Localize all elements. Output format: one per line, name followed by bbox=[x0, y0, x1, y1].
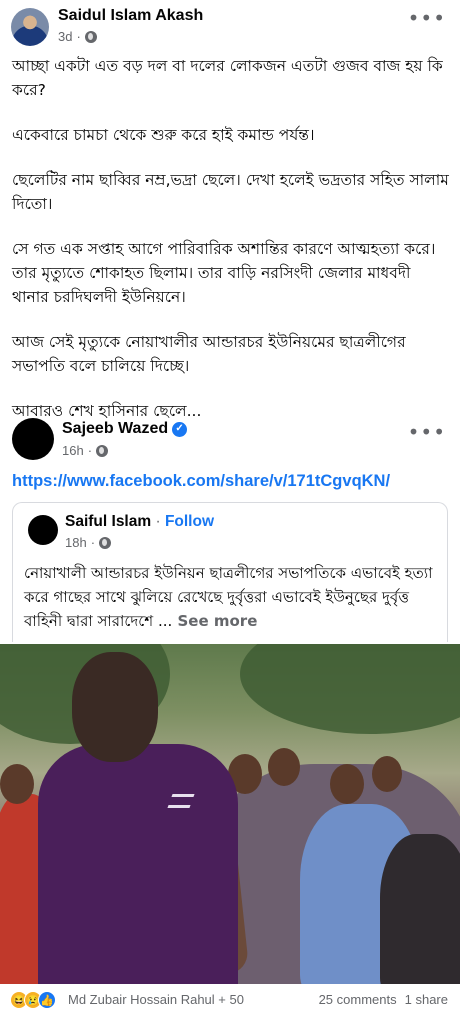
separator-dot: · bbox=[151, 513, 165, 530]
more-options-button[interactable]: ••• bbox=[408, 6, 446, 30]
embedded-post-text: নোয়াখালী আন্ডারচর ইউনিয়ন ছাত্রলীগের সভ… bbox=[24, 561, 444, 633]
video-scene-head bbox=[330, 764, 364, 804]
post-time[interactable]: 3d bbox=[58, 29, 72, 44]
video-scene-head bbox=[268, 748, 300, 786]
post-paragraph: আচ্ছা একটা এত বড় দল বা দলের লোকজন এতটা … bbox=[12, 57, 443, 99]
video-scene-crowd bbox=[380, 834, 460, 984]
globe-icon bbox=[84, 30, 97, 43]
post-paragraph: ছেলেটির নাম ছাব্বির নম্র,ভদ্রা ছেলে। দেখ… bbox=[12, 171, 449, 213]
like-icon: 👍 bbox=[38, 991, 56, 1009]
embedded-post-time[interactable]: 18h bbox=[65, 535, 87, 550]
embedded-author-avatar[interactable] bbox=[28, 515, 58, 545]
post-paragraph: আজ সেই মৃত্যুকে নোয়াখালীর আন্ডারচর ইউনি… bbox=[12, 333, 406, 375]
shares-count[interactable]: 1 share bbox=[405, 992, 448, 1007]
shared-author-avatar[interactable] bbox=[12, 418, 54, 460]
embedded-post-meta: 18h · bbox=[65, 535, 112, 550]
share-link[interactable]: https://www.facebook.com/share/v/171tCgv… bbox=[12, 472, 390, 491]
video-scene-head bbox=[0, 764, 34, 804]
follow-button[interactable]: Follow bbox=[165, 513, 214, 530]
video-thumbnail[interactable] bbox=[0, 644, 460, 984]
embedded-post-card[interactable]: Saiful Islam · Follow 18h · নোয়াখালী আন… bbox=[12, 502, 448, 642]
post-paragraph: একেবারে চামচা থেকে শুরু করে হাই কমান্ড প… bbox=[12, 126, 315, 144]
reaction-icons[interactable]: 😆 😢 👍 bbox=[10, 991, 56, 1009]
shared-post-meta: 16h · bbox=[62, 443, 109, 458]
video-scene-tree bbox=[240, 644, 460, 734]
video-scene-head bbox=[372, 756, 402, 792]
post-paragraph: সে গত এক সপ্তাহ আগে পারিবারিক অশান্তির ক… bbox=[12, 240, 436, 306]
post-meta: 3d · bbox=[58, 29, 97, 44]
shared-post-time[interactable]: 16h bbox=[62, 443, 84, 458]
engagement-counts: 25 comments 1 share bbox=[319, 992, 448, 1007]
reaction-names[interactable]: Md Zubair Hossain Rahul + 50 bbox=[68, 992, 244, 1007]
video-scene-person bbox=[38, 744, 238, 984]
post-body: আচ্ছা একটা এত বড় দল বা দলের লোকজন এতটা … bbox=[12, 54, 452, 444]
author-avatar[interactable] bbox=[11, 8, 49, 46]
shared-author-name[interactable]: Sajeeb Wazed bbox=[62, 420, 168, 438]
see-more-link[interactable]: See more bbox=[172, 612, 257, 630]
reactions-bar: 😆 😢 👍 Md Zubair Hossain Rahul + 50 25 co… bbox=[0, 986, 460, 1024]
post-header: Saidul Islam Akash 3d · ••• bbox=[0, 0, 460, 52]
shared-author: Sajeeb Wazed ✓ bbox=[62, 420, 188, 438]
comments-count[interactable]: 25 comments bbox=[319, 992, 397, 1007]
globe-icon bbox=[99, 536, 112, 549]
video-scene-person-head bbox=[72, 652, 158, 762]
globe-icon bbox=[96, 444, 109, 457]
embedded-author-line: Saiful Islam · Follow bbox=[65, 513, 214, 531]
shared-more-options-button[interactable]: ••• bbox=[408, 420, 446, 444]
embedded-author-name[interactable]: Saiful Islam bbox=[65, 513, 151, 530]
author-name[interactable]: Saidul Islam Akash bbox=[58, 7, 203, 25]
shared-post-header: Sajeeb Wazed ✓ 16h · ••• bbox=[0, 412, 460, 468]
verified-badge-icon: ✓ bbox=[172, 421, 188, 437]
